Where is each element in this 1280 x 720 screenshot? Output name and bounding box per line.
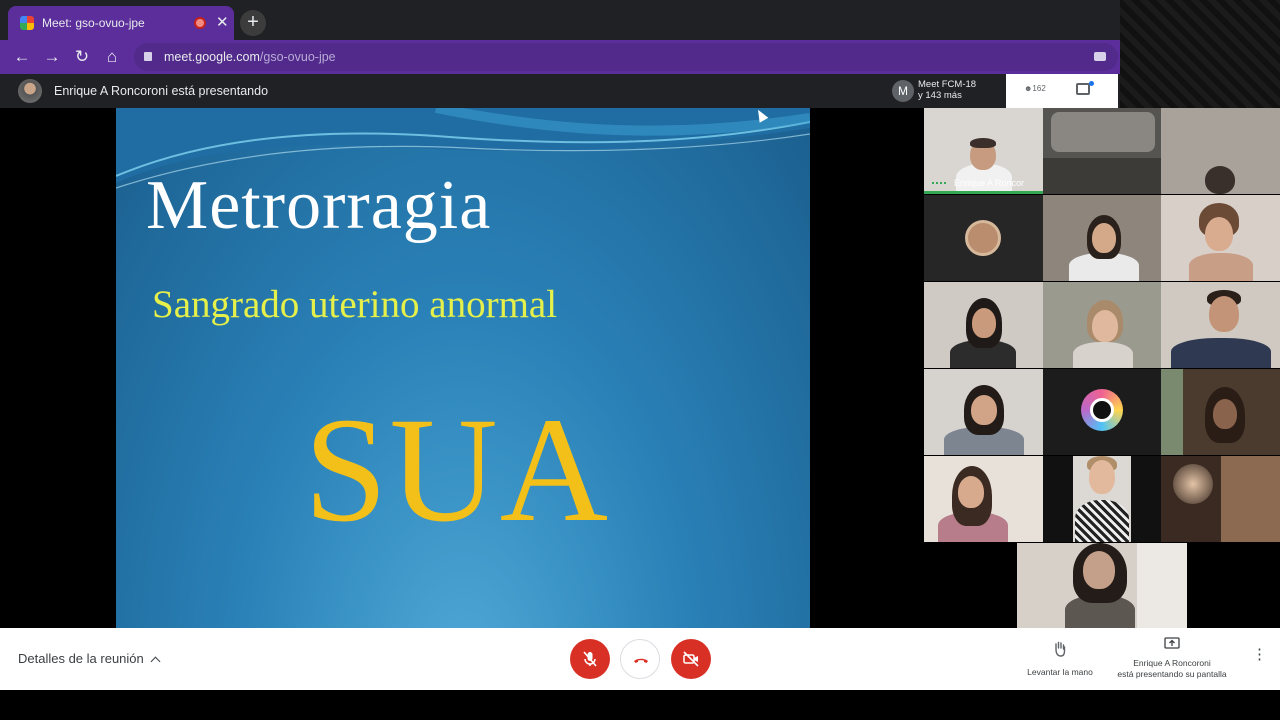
camera-icon[interactable] xyxy=(1094,52,1106,61)
presenting-line-2: está presentando su pantalla xyxy=(1117,669,1227,679)
chat-icon[interactable] xyxy=(1076,83,1090,95)
browser-tab[interactable]: Meet: gso-ovuo-jpe ✕ xyxy=(8,6,234,40)
participant-tile[interactable] xyxy=(1161,369,1280,455)
camera-off-icon xyxy=(683,651,699,667)
presenter-banner: Enrique A Roncoroni está presentando xyxy=(54,84,269,98)
meeting-name: Meet FCM-18 y 143 más xyxy=(918,79,977,101)
participant-tile[interactable] xyxy=(1161,282,1280,368)
meeting-controls-bar: Detalles de la reunión Levantar la mano xyxy=(0,628,1280,690)
presenting-status-button[interactable]: Enrique A Roncoroni está presentando su … xyxy=(1104,637,1240,680)
meeting-details-button[interactable]: Detalles de la reunión xyxy=(18,651,161,667)
lock-icon xyxy=(144,52,152,61)
participant-tile-self[interactable]: Enrique A Roncor xyxy=(924,108,1043,194)
back-icon[interactable]: ← xyxy=(12,47,32,67)
participant-tile[interactable] xyxy=(1043,108,1161,194)
close-tab-icon[interactable]: ✕ xyxy=(216,13,229,31)
participant-tile[interactable] xyxy=(1043,282,1161,368)
address-bar[interactable]: meet.google.com/gso-ovuo-jpe xyxy=(134,43,1118,71)
people-chat-panel: ☻162 xyxy=(1006,74,1118,108)
participant-tile[interactable] xyxy=(924,456,1043,542)
active-speaker-bar xyxy=(924,191,1043,194)
meet-favicon-icon xyxy=(20,16,34,30)
slide-acronym: SUA xyxy=(304,387,611,553)
raise-hand-label: Levantar la mano xyxy=(1027,667,1093,677)
browser-tab-strip: Meet: gso-ovuo-jpe ✕ + xyxy=(0,0,1120,40)
participant-tile[interactable] xyxy=(1017,543,1187,628)
hangup-icon xyxy=(634,658,648,663)
meeting-details-label: Detalles de la reunión xyxy=(18,651,144,666)
participant-tile[interactable] xyxy=(1043,369,1161,455)
raise-hand-icon xyxy=(1055,641,1066,657)
participant-tile[interactable] xyxy=(1161,456,1280,542)
leave-call-button[interactable] xyxy=(620,639,660,679)
participant-grid: Enrique A Roncor xyxy=(924,108,1280,628)
microphone-toggle-button[interactable] xyxy=(570,639,610,679)
bottom-letterbox xyxy=(0,690,1280,720)
recording-indicator-icon xyxy=(194,17,206,29)
participant-tile[interactable] xyxy=(1161,108,1280,194)
url-text: meet.google.com/gso-ovuo-jpe xyxy=(164,50,336,64)
background-pattern xyxy=(1120,0,1280,108)
chevron-up-icon xyxy=(150,656,161,667)
presenting-bar: Enrique A Roncoroni está presentando M M… xyxy=(0,74,1120,108)
participant-tile[interactable] xyxy=(1043,195,1161,281)
participant-tile[interactable] xyxy=(924,195,1043,281)
participant-name: Enrique A Roncor xyxy=(954,178,1025,188)
participant-tile[interactable] xyxy=(924,369,1043,455)
meeting-badge: M xyxy=(892,80,914,102)
participant-tile[interactable] xyxy=(924,282,1043,368)
browser-toolbar: ← → ↻ ⌂ meet.google.com/gso-ovuo-jpe xyxy=(0,40,1120,74)
presenter-avatar xyxy=(18,79,42,103)
mic-off-icon xyxy=(583,651,597,667)
slide-title: Metrorragia xyxy=(146,167,492,244)
forward-icon[interactable]: → xyxy=(42,47,62,67)
slide-subtitle: Sangrado uterino anormal xyxy=(152,283,558,326)
tab-title: Meet: gso-ovuo-jpe xyxy=(42,16,145,30)
present-icon xyxy=(1164,637,1180,649)
home-icon[interactable]: ⌂ xyxy=(102,47,122,67)
chat-notification-dot xyxy=(1089,81,1094,86)
more-options-icon[interactable]: ⋮ xyxy=(1252,647,1267,662)
mic-on-icon xyxy=(932,182,946,187)
people-count: 162 xyxy=(1032,84,1046,93)
people-icon[interactable]: ☻162 xyxy=(1024,84,1046,93)
presented-slide: Metrorragia Sangrado uterino anormal SUA xyxy=(116,108,810,628)
presenting-line-1: Enrique A Roncoroni xyxy=(1133,658,1211,668)
participant-tile[interactable] xyxy=(1161,195,1280,281)
camera-toggle-button[interactable] xyxy=(671,639,711,679)
new-tab-button[interactable]: + xyxy=(240,10,266,36)
raise-hand-button[interactable]: Levantar la mano xyxy=(1010,640,1110,677)
reload-icon[interactable]: ↻ xyxy=(72,47,92,67)
participant-tile[interactable] xyxy=(1043,456,1161,542)
